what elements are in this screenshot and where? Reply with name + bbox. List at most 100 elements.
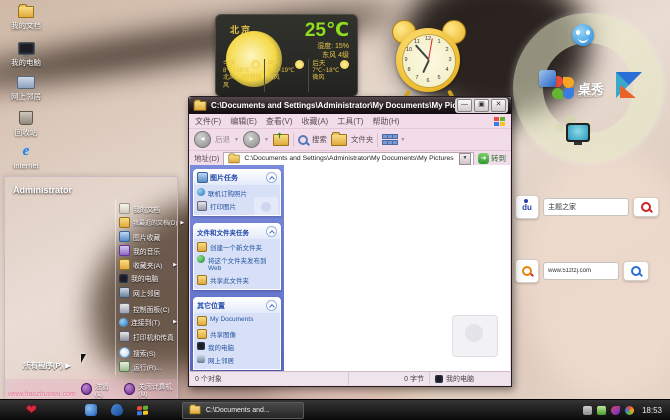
network-places-icon bbox=[17, 76, 35, 89]
forward-dropdown-icon[interactable]: ▼ bbox=[264, 137, 269, 143]
start-menu-item-my-computer[interactable]: 我的电脑 bbox=[119, 273, 177, 283]
globe-icon bbox=[119, 317, 128, 327]
file-list-area[interactable] bbox=[284, 165, 510, 371]
theme-search-button[interactable] bbox=[623, 261, 649, 281]
start-menu-item-my-pictures[interactable]: 图片收藏 bbox=[119, 231, 177, 242]
all-programs-button[interactable]: 所有程序(P) ▶ bbox=[23, 360, 71, 371]
system-tray: 18:53 bbox=[582, 405, 670, 415]
picture-tasks-header[interactable]: 图片任务 bbox=[194, 170, 280, 185]
desktop: 我的文档 我的电脑 网上邻居 回收站 e Internet 北京 25℃ 湿度:… bbox=[0, 0, 670, 420]
power-icon bbox=[124, 383, 136, 395]
place-my-documents[interactable]: My Documents bbox=[197, 316, 277, 326]
menu-view[interactable]: 查看(V) bbox=[266, 116, 293, 127]
wallpaper-watermark-text: www.haozhuoxiu.com bbox=[8, 391, 76, 398]
toolbar: ◂ 后退 ▼ ▸ ▼ 搜索 文件夹 ▼ bbox=[189, 129, 511, 151]
task-new-folder[interactable]: 创建一个新文件夹 bbox=[197, 242, 277, 252]
minimize-button[interactable]: — bbox=[457, 99, 472, 112]
start-menu-item-run[interactable]: 运行(R)... bbox=[119, 361, 177, 372]
baidu-search-widget: du bbox=[515, 195, 659, 219]
weather-widget[interactable]: 北京 25℃ 湿度: 15% 东风 4级 今天 8℃~19℃ 北风4-3级转微风… bbox=[215, 14, 358, 97]
printer-icon bbox=[119, 331, 130, 342]
start-menu-item-my-documents[interactable]: 我的文档 bbox=[119, 203, 177, 214]
pictures-icon bbox=[197, 172, 208, 183]
start-menu-item-my-music[interactable]: 我的音乐 bbox=[119, 245, 177, 256]
back-dropdown-icon[interactable]: ▼ bbox=[234, 137, 239, 143]
forecast-wind: 微风 bbox=[312, 75, 325, 81]
tray-icon-app[interactable] bbox=[610, 405, 620, 415]
messenger-icon[interactable] bbox=[84, 404, 97, 416]
tray-icon-security[interactable] bbox=[596, 405, 606, 415]
address-dropdown-button[interactable]: ▼ bbox=[459, 152, 471, 165]
menu-help[interactable]: 帮助(H) bbox=[372, 116, 399, 127]
k-app-icon[interactable] bbox=[616, 72, 642, 98]
place-network[interactable]: 网上邻居 bbox=[197, 355, 277, 365]
shutdown-button[interactable]: 关闭计算机(U) bbox=[124, 381, 177, 398]
toolbar-separator bbox=[377, 132, 379, 147]
smiley-app-icon[interactable] bbox=[572, 24, 594, 46]
alarm-clock-widget[interactable]: 12 1 2 3 4 5 6 7 8 9 10 11 bbox=[391, 20, 467, 100]
file-tasks-header[interactable]: 文件和文件夹任务 bbox=[194, 224, 280, 239]
security-app-icon[interactable] bbox=[110, 404, 123, 416]
views-dropdown-icon[interactable]: ▼ bbox=[400, 137, 405, 143]
baidu-search-input[interactable] bbox=[543, 198, 629, 216]
desktop-icon-my-computer[interactable]: 我的电脑 bbox=[2, 42, 50, 68]
search-icon[interactable] bbox=[297, 134, 308, 145]
zhuoxiu-logo[interactable]: 桌秀 zhuoxiu bbox=[551, 76, 604, 100]
share-folder-icon bbox=[197, 275, 207, 285]
menu-tools[interactable]: 工具(T) bbox=[337, 116, 363, 127]
back-button[interactable]: ◂ bbox=[194, 131, 211, 148]
other-places-header[interactable]: 其它位置 bbox=[194, 298, 280, 313]
baidu-search-button[interactable] bbox=[633, 197, 659, 217]
folders-icon[interactable] bbox=[330, 131, 347, 146]
up-button[interactable] bbox=[272, 133, 289, 146]
my-pictures-watermark-icon bbox=[452, 315, 498, 357]
theme-search-widget bbox=[515, 259, 649, 283]
menu-edit[interactable]: 编辑(E) bbox=[230, 116, 257, 127]
task-publish-web[interactable]: 将这个文件夹发布到 Web bbox=[197, 255, 277, 272]
desktop-icon-recycle-bin[interactable]: 回收站 bbox=[2, 111, 50, 138]
task-button-label: C:\Documents and... bbox=[205, 406, 270, 414]
windows-flag-icon[interactable] bbox=[136, 405, 148, 415]
place-my-computer[interactable]: 我的电脑 bbox=[197, 342, 277, 352]
taskbar-task-button[interactable]: C:\Documents and... bbox=[181, 401, 304, 419]
task-share-folder[interactable]: 共享此文件夹 bbox=[197, 275, 277, 285]
address-path: C:\Documents and Settings\Administrator\… bbox=[244, 155, 454, 162]
collapse-chevron-icon bbox=[266, 226, 277, 237]
start-button[interactable]: ❤ bbox=[26, 400, 37, 420]
folder-icon bbox=[189, 404, 201, 415]
desktop-icon-label: 我的文档 bbox=[11, 21, 41, 30]
desktop-icon-network-places[interactable]: 网上邻居 bbox=[2, 76, 50, 102]
forecast-tomorrow: 明天 8℃~19℃ 微风 bbox=[263, 59, 309, 92]
forward-button[interactable]: ▸ bbox=[242, 131, 260, 148]
maximize-button[interactable]: ▣ bbox=[474, 99, 489, 112]
smiley-eye bbox=[576, 30, 580, 35]
desktop-icon-internet[interactable]: e Internet bbox=[2, 143, 50, 170]
start-menu-item-search[interactable]: 搜索(S) bbox=[119, 347, 177, 358]
computer-icon bbox=[435, 374, 443, 383]
cube-app-icon[interactable] bbox=[539, 70, 556, 87]
logout-button[interactable]: 注销(L) bbox=[81, 381, 114, 398]
views-button[interactable] bbox=[382, 134, 399, 145]
tray-icon-display[interactable] bbox=[582, 405, 592, 415]
theme-search-input[interactable] bbox=[543, 262, 619, 280]
start-menu-item-recent-documents[interactable]: 我最近的文档(D) ▶ bbox=[119, 217, 184, 228]
close-button[interactable]: ✕ bbox=[491, 99, 506, 112]
my-documents-icon bbox=[18, 4, 34, 18]
start-menu-item-control-panel[interactable]: 控制面板(C) bbox=[119, 303, 177, 314]
window-titlebar[interactable]: C:\Documents and Settings\Administrator\… bbox=[189, 97, 511, 114]
start-menu-item-network-places[interactable]: 网上邻居 bbox=[119, 287, 177, 298]
place-shared-pictures[interactable]: 共享图像 bbox=[197, 329, 277, 339]
explorer-main: 图片任务 联机订购照片 打印图片 文件和文件夹任务 创建一个新文件夹 将这个文件… bbox=[190, 165, 510, 371]
file-tasks-panel: 文件和文件夹任务 创建一个新文件夹 将这个文件夹发布到 Web 共享此文件夹 bbox=[193, 223, 281, 290]
start-menu-item-favorites[interactable]: 收藏夹(A) ▶ bbox=[119, 259, 177, 270]
desktop-icon-my-documents[interactable]: 我的文档 bbox=[2, 4, 50, 31]
menu-favorites[interactable]: 收藏(A) bbox=[302, 116, 329, 127]
explorer-window: C:\Documents and Settings\Administrator\… bbox=[188, 96, 512, 387]
start-menu-item-printers[interactable]: 打印机和传真 bbox=[119, 331, 177, 342]
address-combobox[interactable]: C:\Documents and Settings\Administrator\… bbox=[223, 151, 474, 166]
tray-icon-update[interactable] bbox=[624, 405, 634, 415]
monitor-app-icon[interactable] bbox=[566, 123, 590, 145]
menu-file[interactable]: 文件(F) bbox=[195, 116, 221, 127]
start-menu-item-connect-to[interactable]: 连接到(T) ▶ bbox=[119, 317, 177, 327]
go-button[interactable]: ➜ 转到 bbox=[478, 153, 506, 164]
